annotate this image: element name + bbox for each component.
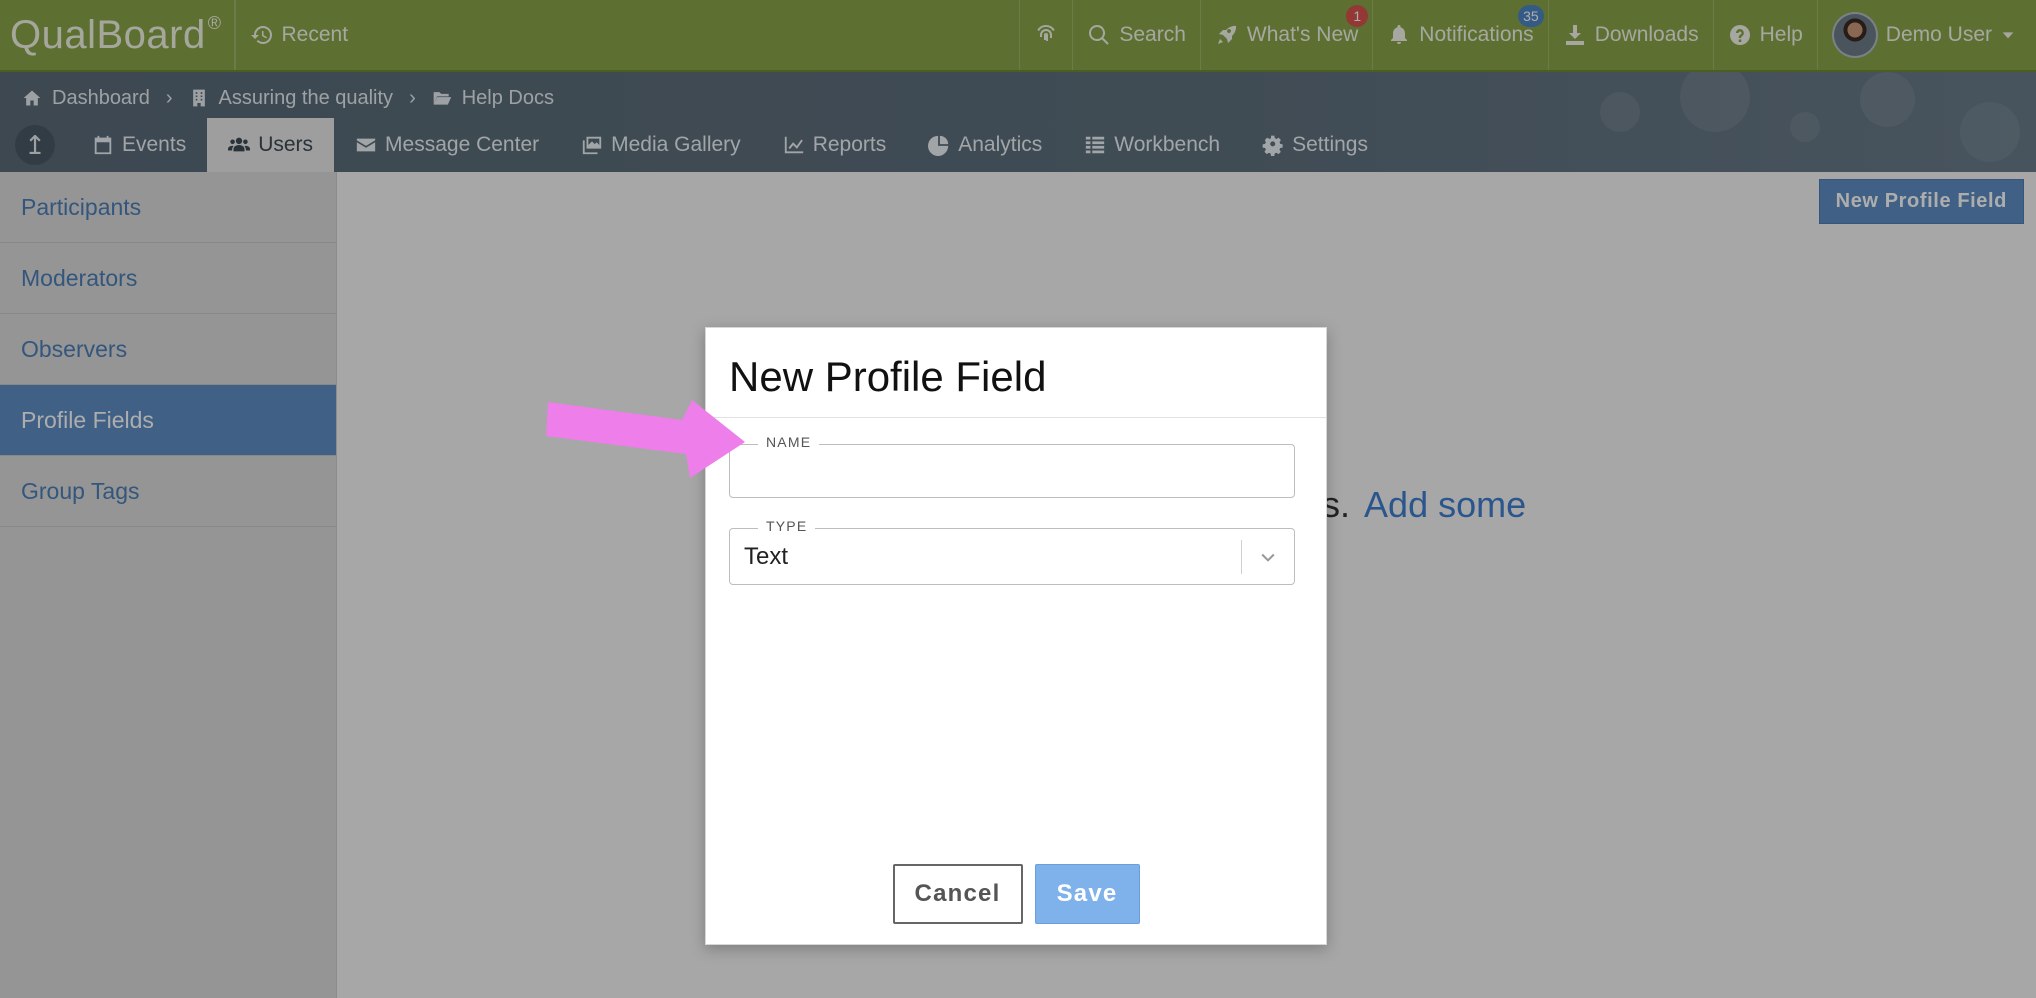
- type-select[interactable]: TYPE Text: [729, 518, 1295, 585]
- arrow-shape: [546, 400, 745, 478]
- type-field-label: TYPE: [758, 518, 816, 534]
- type-selected-value: Text: [744, 542, 789, 570]
- annotation-arrow-icon: [546, 400, 745, 478]
- chevron-down-icon: [1261, 553, 1275, 562]
- cancel-button[interactable]: Cancel: [892, 864, 1023, 924]
- name-field: NAME: [729, 434, 1295, 498]
- save-button[interactable]: Save: [1034, 864, 1140, 924]
- new-profile-field-dialog: New Profile Field NAME TYPE Text Cancel …: [705, 327, 1327, 945]
- dialog-title: New Profile Field: [706, 328, 1326, 418]
- name-input[interactable]: [730, 445, 1294, 497]
- name-field-label: NAME: [758, 434, 820, 450]
- dialog-actions: Cancel Save: [706, 864, 1326, 924]
- type-dropdown-toggle[interactable]: [1242, 547, 1294, 567]
